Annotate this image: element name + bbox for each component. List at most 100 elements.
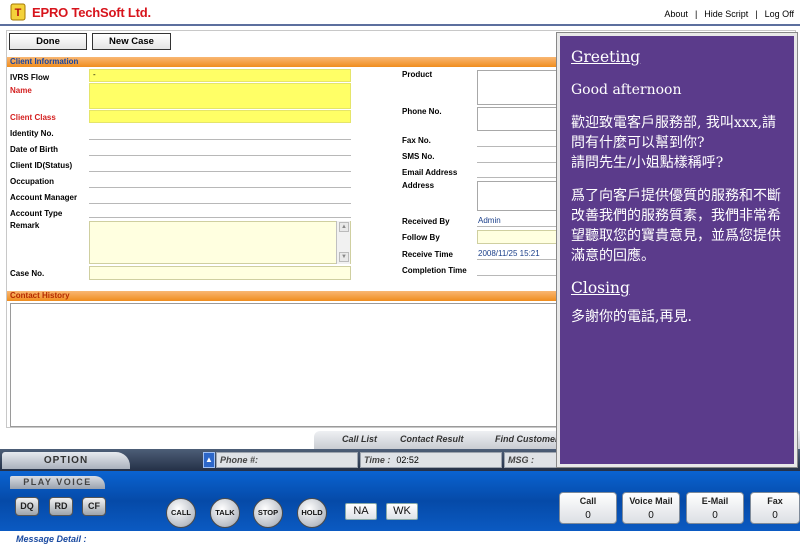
- msg-label: MSG :: [508, 455, 534, 465]
- case-no-label: Case No.: [10, 269, 45, 278]
- company-logo-icon: T: [10, 3, 26, 21]
- done-button[interactable]: Done: [9, 33, 87, 50]
- voice-mail-counter[interactable]: Voice Mail 0: [622, 492, 680, 524]
- sms-no-label: SMS No.: [402, 152, 435, 161]
- greeting-chinese-text: 歡迎致電客戶服務部, 我叫xxx,請問有什麼可以幫到你?: [571, 115, 777, 151]
- scroll-down-icon[interactable]: ▼: [339, 252, 349, 262]
- na-button[interactable]: NA: [345, 503, 377, 520]
- option-tab[interactable]: OPTION: [2, 452, 130, 469]
- dq-button[interactable]: DQ: [15, 497, 39, 516]
- call-counter-label: Call: [579, 496, 597, 506]
- fax-no-input[interactable]: [477, 146, 567, 147]
- occupation-label: Occupation: [10, 177, 55, 186]
- message-detail-label: Message Detail :: [16, 534, 87, 544]
- call-script-panel: Greeting Good afternoon 歡迎致電客戶服務部, 我叫xxx…: [556, 32, 798, 468]
- phone-number-field: Phone #:: [216, 452, 358, 468]
- talk-button[interactable]: TALK: [210, 498, 240, 528]
- account-manager-label: Account Manager: [10, 193, 78, 202]
- remark-scrollbar[interactable]: ▲ ▼: [336, 221, 350, 264]
- date-of-birth-input[interactable]: [89, 155, 351, 156]
- remark-textarea[interactable]: [89, 221, 351, 264]
- top-bar: T EPRO TechSoft Ltd. About | Hide Script | L…: [0, 0, 800, 26]
- email-input[interactable]: [477, 177, 567, 178]
- time-field: Time : 02:52: [360, 452, 502, 468]
- greeting-heading: Greeting: [571, 48, 641, 66]
- about-link[interactable]: About: [664, 9, 688, 19]
- ivrs-flow-label: IVRS Flow: [10, 73, 50, 82]
- svg-text:T: T: [15, 7, 22, 19]
- phone-control-bar: [0, 471, 800, 531]
- stop-button[interactable]: STOP: [253, 498, 283, 528]
- phone-label: Phone #:: [220, 455, 259, 465]
- email-counter-label: E-Mail: [701, 496, 729, 506]
- completion-time-label: Completion Time: [402, 266, 467, 275]
- voice-mail-counter-label: Voice Mail: [629, 496, 673, 506]
- fax-counter-value: 0: [772, 510, 778, 521]
- time-label: Time :: [364, 455, 391, 465]
- email-counter-value: 0: [712, 510, 718, 521]
- name-label: Name: [10, 86, 32, 95]
- closing-text: 多謝你的電話,再見.: [571, 309, 692, 325]
- identity-no-label: Identity No.: [10, 129, 54, 138]
- log-off-link[interactable]: Log Off: [765, 9, 794, 19]
- message-detail-bar: Message Detail :: [0, 531, 800, 546]
- occupation-input[interactable]: [89, 187, 351, 188]
- account-type-input[interactable]: [89, 217, 351, 218]
- client-id-label: Client ID(Status): [10, 161, 73, 170]
- msg-field: MSG :: [504, 452, 560, 468]
- expand-arrow-icon[interactable]: ▲: [203, 452, 215, 468]
- hold-button[interactable]: HOLD: [297, 498, 327, 528]
- call-counter[interactable]: Call 0: [559, 492, 617, 524]
- call-button[interactable]: CALL: [166, 498, 196, 528]
- brand-name: EPRO TechSoft Ltd.: [32, 5, 151, 20]
- phone-no-input[interactable]: [477, 107, 567, 131]
- received-by-label: Received By: [402, 217, 450, 226]
- top-links: About | Hide Script | Log Off: [664, 9, 794, 19]
- ivrs-flow-field[interactable]: -: [89, 69, 351, 82]
- follow-by-select[interactable]: [477, 230, 567, 244]
- account-manager-input[interactable]: [89, 203, 351, 204]
- client-id-input[interactable]: [89, 171, 351, 172]
- completion-time-input[interactable]: [477, 275, 567, 276]
- email-counter[interactable]: E-Mail 0: [686, 492, 744, 524]
- received-by-underline: [477, 226, 567, 227]
- new-case-button[interactable]: New Case: [92, 33, 171, 50]
- voice-mail-counter-value: 0: [648, 510, 654, 521]
- client-class-label: Client Class: [10, 113, 56, 122]
- address-input[interactable]: [477, 181, 567, 211]
- wk-button[interactable]: WK: [386, 503, 418, 520]
- tab-find-customer[interactable]: Find Customer: [495, 434, 559, 444]
- hide-script-link[interactable]: Hide Script: [704, 9, 748, 19]
- time-value: 02:52: [396, 455, 419, 465]
- sms-no-input[interactable]: [477, 162, 567, 163]
- call-counter-value: 0: [585, 510, 591, 521]
- fax-counter[interactable]: Fax 0: [750, 492, 800, 524]
- greeting-text: Good afternoon: [571, 82, 682, 98]
- receive-time-value: 2008/11/25 15:21: [478, 249, 540, 258]
- receive-time-label: Receive Time: [402, 250, 453, 259]
- case-no-input[interactable]: [89, 266, 351, 280]
- account-type-label: Account Type: [10, 209, 63, 218]
- cf-button[interactable]: CF: [82, 497, 106, 516]
- phone-no-label: Phone No.: [402, 107, 442, 116]
- received-by-value: Admin: [478, 216, 501, 225]
- product-input[interactable]: [477, 70, 567, 105]
- remark-label: Remark: [10, 221, 40, 230]
- scroll-up-icon[interactable]: ▲: [339, 222, 349, 232]
- rd-button[interactable]: RD: [49, 497, 73, 516]
- tab-call-list[interactable]: Call List: [342, 434, 377, 444]
- play-voice-label: PLAY VOICE: [10, 476, 105, 489]
- client-class-select[interactable]: [89, 110, 351, 123]
- email-label: Email Address: [402, 168, 458, 177]
- salutation-question-text: 請問先生/小姐點樣稱呼?: [571, 155, 724, 171]
- fax-no-label: Fax No.: [402, 136, 431, 145]
- name-input[interactable]: [89, 83, 351, 109]
- follow-by-label: Follow By: [402, 233, 440, 242]
- header-divider: [0, 24, 800, 26]
- identity-no-input[interactable]: [89, 139, 351, 140]
- closing-heading: Closing: [571, 279, 630, 297]
- address-label: Address: [402, 181, 435, 190]
- service-statement-text: 爲了向客戶提供優質的服務和不斷改善我們的服務質素，我們非常希望聽取您的寶貴意見，…: [571, 188, 781, 264]
- tab-contact-result[interactable]: Contact Result: [400, 434, 464, 444]
- fax-counter-label: Fax: [767, 496, 783, 506]
